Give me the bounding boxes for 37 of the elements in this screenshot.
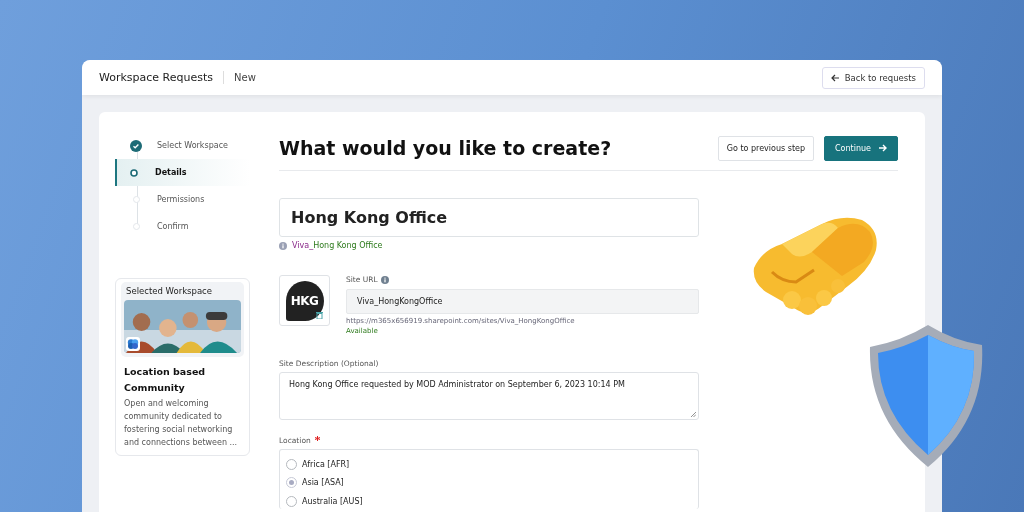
workspace-name: Location based Community: [124, 365, 207, 395]
description-field[interactable]: Hong Kong Office requested by MOD Administrator on September 6, 2023 10:14 PM: [279, 372, 699, 420]
name-field[interactable]: Hong Kong Office: [279, 198, 699, 237]
site-logo: HKG: [285, 280, 324, 321]
radio-option[interactable]: Asia [ASA]: [286, 473, 692, 492]
info-icon: [279, 241, 287, 250]
resize-grip-icon[interactable]: [691, 412, 696, 417]
check-circle-icon: [130, 139, 142, 152]
page-title: What would you like to create?: [279, 137, 613, 159]
radio-option[interactable]: Australia [AUS]: [286, 492, 692, 511]
site-name-hint: Hong Kong Office: [313, 241, 383, 250]
app-icon: [126, 337, 140, 351]
radio-button[interactable]: [286, 477, 297, 489]
site-url-field[interactable]: Viva_HongKongOffice: [346, 289, 699, 314]
continue-button[interactable]: Continue: [824, 135, 898, 161]
trash-icon[interactable]: [316, 311, 323, 319]
name-prefix: Viva_: [292, 241, 314, 250]
arrow-left-icon: [830, 73, 840, 82]
page-subtitle: New: [233, 72, 257, 83]
step-item[interactable]: Confirm: [115, 213, 250, 240]
step-ring-icon: [130, 168, 138, 177]
step-item[interactable]: Select Workspace: [115, 132, 250, 159]
option-label: Australia [AUS]: [302, 496, 363, 506]
radio-option[interactable]: Africa [AFR]: [286, 455, 692, 474]
option-label: Africa [AFR]: [302, 459, 350, 469]
option-label: Asia [ASA]: [302, 478, 344, 488]
radio-button[interactable]: [286, 458, 297, 470]
info-icon: [380, 275, 389, 284]
logo-frame[interactable]: HKG: [279, 275, 330, 326]
card-heading: Selected Workspace: [126, 286, 213, 296]
step-item[interactable]: Permissions: [115, 186, 250, 213]
back-button[interactable]: Back to requests: [821, 66, 925, 89]
radio-button[interactable]: [286, 495, 297, 507]
workspace-description: Open and welcoming community dedicated to fostering social networking and connections between ...: [124, 398, 239, 449]
previous-step-button[interactable]: Go to previous step: [717, 135, 814, 161]
arrow-right-icon: [878, 144, 887, 152]
app-title: Workspace Requests: [99, 71, 225, 84]
